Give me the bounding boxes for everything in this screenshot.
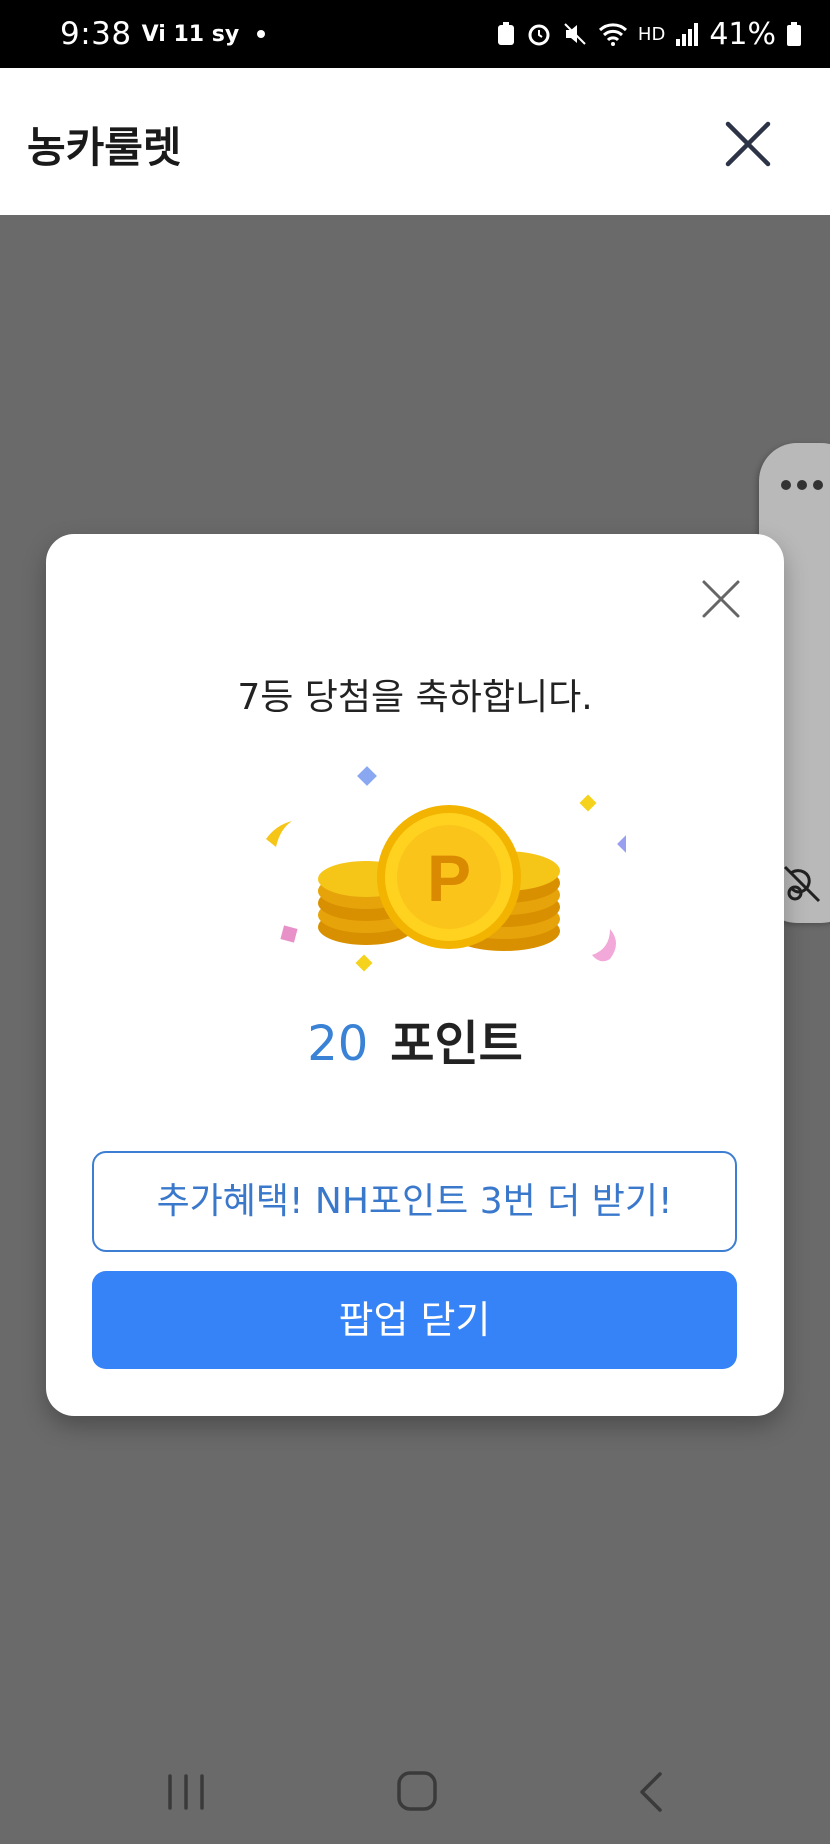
home-icon[interactable] <box>396 1770 438 1812</box>
status-time: 9:38 <box>60 16 132 52</box>
confetti-piece <box>592 929 616 962</box>
popup-title: 7등 당첨을 축하합니다. <box>237 677 593 718</box>
back-icon[interactable] <box>636 1770 666 1814</box>
battery-saver-icon <box>497 22 514 45</box>
coin-stack-illustration: P <box>266 766 626 972</box>
status-right: HD 41% <box>496 17 802 52</box>
hd-voice-label: HD <box>637 23 666 45</box>
confetti-piece <box>617 834 626 854</box>
popup-close-icon[interactable] <box>700 578 742 620</box>
confetti-piece <box>280 925 298 943</box>
p-coin-icon: P <box>377 805 521 949</box>
points-unit: 포인트 <box>390 1016 523 1072</box>
status-left-icons: Vi 11 sy <box>141 21 240 47</box>
points-line: 20 포인트 <box>46 1004 784 1074</box>
confetti-piece <box>357 766 377 786</box>
hide-panel-icon[interactable] <box>781 863 823 905</box>
alarm-icon <box>528 24 550 46</box>
close-popup-button[interactable]: 팝업 닫기 <box>92 1271 737 1369</box>
points-value: 20 <box>307 1016 369 1072</box>
signal-icon <box>676 23 699 46</box>
prize-popup: 7등 당첨을 축하합니다. P 20 포인트 추가혜택! NH포인트 3번 더 … <box>46 534 784 1416</box>
page-title: 농카룰렛 <box>27 123 182 172</box>
notification-dot-icon <box>257 30 266 38</box>
navigation-bar <box>0 1752 830 1844</box>
mute-icon <box>564 23 586 45</box>
extra-benefit-button[interactable]: 추가혜택! NH포인트 3번 더 받기! <box>92 1151 737 1252</box>
recents-icon[interactable] <box>164 1772 208 1812</box>
confetti-piece <box>579 794 597 812</box>
app-header: 농카룰렛 <box>0 68 830 215</box>
battery-percent: 41% <box>709 16 776 52</box>
coin-letter: P <box>427 841 471 915</box>
battery-charging-icon <box>787 22 801 46</box>
close-icon[interactable] <box>720 116 776 172</box>
more-options-icon[interactable] <box>781 475 827 495</box>
confetti-piece <box>355 954 373 972</box>
wifi-icon <box>598 23 627 46</box>
confetti-piece <box>266 821 292 847</box>
status-left: 9:38 Vi 11 sy <box>60 16 266 52</box>
status-bar: 9:38 Vi 11 sy HD 41% <box>0 0 830 68</box>
